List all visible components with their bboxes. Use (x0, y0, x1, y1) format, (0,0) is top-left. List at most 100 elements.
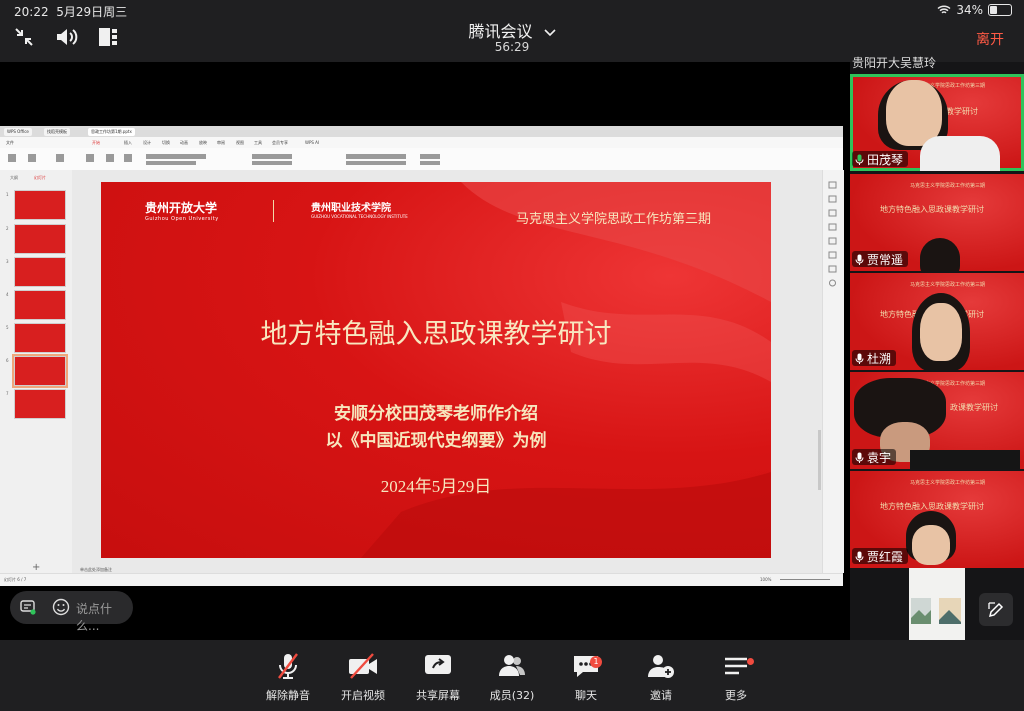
chat-button[interactable]: 1 聊天 (548, 646, 624, 703)
chat-bubble-icon[interactable] (20, 600, 36, 615)
participant-hair (920, 238, 960, 271)
logo-left-text: 贵州开放大学 (145, 201, 218, 215)
chevron-down-icon (543, 29, 556, 37)
status-indicators: 34% (937, 3, 1012, 17)
participant-name: 杜溯 (867, 351, 892, 366)
menu-item[interactable]: WPS AI (305, 140, 319, 145)
participant-nametag: 贾常遥 (852, 251, 909, 267)
wps-tab[interactable]: 找稻壳模板 (44, 128, 70, 136)
zoom-level[interactable]: 100% (760, 577, 771, 582)
side-tool-icons[interactable] (828, 180, 838, 290)
slide-thumbnail[interactable] (14, 389, 66, 419)
participant-name-partial: 贵阳开大吴慧玲 (852, 56, 937, 70)
leave-button[interactable]: 离开 (976, 29, 1004, 49)
mic-on-icon (855, 353, 864, 364)
chat-input-bar[interactable]: 说点什么... (10, 591, 133, 633)
slide-thumbnail[interactable] (14, 190, 66, 220)
participant-photo-tile[interactable] (909, 568, 965, 640)
menu-item[interactable]: 文件 (6, 140, 14, 146)
participant-clothes (920, 136, 1000, 171)
menu-item[interactable]: 切换 (162, 140, 170, 146)
thumb-number: 5 (6, 325, 9, 330)
menu-item[interactable]: 工具 (254, 140, 262, 146)
participant-tile[interactable]: 马克思主义学院思政工作坊第三期 政课教学研讨 袁宇 (850, 372, 1024, 469)
wps-tab-active[interactable]: 思政工作坊第1期.pptx (88, 128, 135, 136)
add-slide-icon[interactable]: + (32, 562, 40, 573)
slide-canvas: 贵州开放大学 Guizhou Open University 贵州职业技术学院 … (72, 170, 822, 573)
vertical-scrollbar[interactable] (818, 430, 821, 490)
mic-on-icon (855, 254, 864, 265)
participant-tile[interactable]: 马克思主义学院思政工作坊第三期 地方特色融入思政课教学研讨 杜溯 (850, 273, 1024, 370)
shared-window-wps: WPS Office 找稻壳模板 思政工作坊第1期.pptx 文件 开始 插入 … (0, 126, 844, 586)
slide-thumbnail[interactable] (14, 323, 66, 353)
participant-video-list: 贵阳开大吴慧玲 马克思主义学院思政工作坊第三期 教学研讨 田茂琴 马克思主义学院… (850, 56, 1024, 640)
tile-slide-text: 马克思主义学院思政工作坊第三期 (910, 480, 986, 486)
date: 5月29日周三 (56, 5, 128, 19)
current-slide[interactable]: 贵州开放大学 Guizhou Open University 贵州职业技术学院 … (101, 182, 771, 558)
zoom-slider[interactable] (780, 579, 830, 580)
wps-tab[interactable]: WPS Office (4, 128, 32, 136)
slide-count: 幻灯片 6 / 7 (4, 577, 27, 582)
mic-muted-icon (278, 653, 298, 679)
invite-button[interactable]: 邀请 (623, 646, 699, 703)
members-button[interactable]: 成员(32) (474, 646, 550, 703)
top-bar: 20:22 5月29日周三 34% 腾讯会议 56:29 离开 (0, 0, 1024, 62)
chat-unread-badge: 1 (590, 656, 602, 668)
slide-thumbnail[interactable] (14, 257, 66, 287)
chat-label: 聊天 (575, 689, 597, 702)
panel-tab[interactable]: 大纲 (10, 175, 18, 181)
share-screen-button[interactable]: 共享屏幕 (400, 646, 476, 703)
logo-guizhou-open-university: 贵州开放大学 Guizhou Open University (145, 199, 219, 222)
wps-tab-strip: WPS Office 找稻壳模板 思政工作坊第1期.pptx (0, 126, 843, 137)
emoji-icon[interactable] (52, 598, 70, 616)
wps-status-bar: 幻灯片 6 / 7 单击此处添加备注 100% (0, 567, 843, 586)
tile-slide-text: 马克思主义学院思政工作坊第三期 (910, 282, 986, 288)
participant-tile[interactable]: 马克思主义学院思政工作坊第三期 地方特色融入思政课教学研讨 贾常遥 (850, 174, 1024, 271)
more-button[interactable]: 更多 (698, 646, 774, 703)
slide-date: 2024年5月29日 (380, 477, 492, 496)
menu-item[interactable]: 视图 (236, 140, 244, 146)
participant-nametag: 杜溯 (852, 350, 897, 366)
menu-item[interactable]: 审阅 (217, 140, 225, 146)
slide-thumbnail[interactable] (14, 290, 66, 320)
participant-face (912, 525, 950, 565)
participant-nametag: 袁宇 (852, 449, 897, 465)
more-notification-dot (747, 658, 754, 665)
menu-item[interactable]: 会员专享 (272, 140, 288, 146)
menu-item[interactable]: 插入 (124, 140, 132, 146)
wps-menu-bar: 文件 开始 插入 设计 切换 动画 放映 审阅 视图 工具 会员专享 WPS A… (0, 137, 843, 148)
thumb-number: 3 (6, 259, 9, 264)
slide-title: 地方特色融入思政课教学研讨 (260, 319, 612, 350)
menu-item[interactable]: 动画 (180, 140, 188, 146)
meeting-title-text: 腾讯会议 (468, 22, 533, 41)
slide-thumbnail[interactable] (14, 224, 66, 254)
tile-slide-text: 马克思主义学院思政工作坊第三期 (910, 183, 986, 189)
thumb-number: 1 (6, 192, 9, 197)
meeting-duration: 56:29 (494, 40, 530, 54)
slide-subtitle-2: 以《中国近现代史纲要》为例 (325, 431, 547, 451)
start-video-button[interactable]: 开启视频 (325, 646, 401, 703)
slide-thumbnail-selected[interactable] (12, 354, 68, 388)
logo-right-text: 贵州职业技术学院 (311, 203, 391, 214)
camera-off-icon (349, 653, 377, 679)
slide-header-text: 马克思主义学院思政工作坊第三期 (516, 212, 712, 227)
meeting-title[interactable]: 腾讯会议 (0, 18, 1024, 42)
clock: 20:22 (14, 5, 49, 19)
slide-thumbnail-panel: 大纲 幻灯片 1 2 3 4 5 6 7 + (0, 170, 73, 573)
panel-tab[interactable]: 幻灯片 (34, 175, 46, 181)
notes-placeholder[interactable]: 单击此处添加备注 (80, 567, 112, 573)
menu-item[interactable]: 设计 (143, 140, 151, 146)
unmute-button[interactable]: 解除静音 (250, 646, 326, 703)
menu-item[interactable]: 放映 (199, 140, 207, 146)
tile-slide-text: 教学研讨 (946, 107, 978, 116)
participant-tile-active[interactable]: 马克思主义学院思政工作坊第三期 教学研讨 田茂琴 (850, 74, 1024, 171)
members-label: 成员(32) (489, 689, 535, 702)
share-screen-label: 共享屏幕 (416, 689, 460, 702)
tile-slide-text: 地方特色融入思政课教学研讨 (880, 205, 984, 214)
participant-face (920, 303, 962, 361)
participant-tile[interactable]: 马克思主义学院思政工作坊第三期 地方特色融入思政课教学研讨 贾红霞 (850, 471, 1024, 568)
edit-button[interactable] (979, 593, 1013, 626)
bottom-toolbar: 解除静音 开启视频 共享屏幕 成员(32) 1 聊天 邀请 更多 (0, 640, 1024, 711)
ribbon-icons[interactable] (6, 152, 446, 166)
menu-item-home[interactable]: 开始 (92, 140, 100, 146)
